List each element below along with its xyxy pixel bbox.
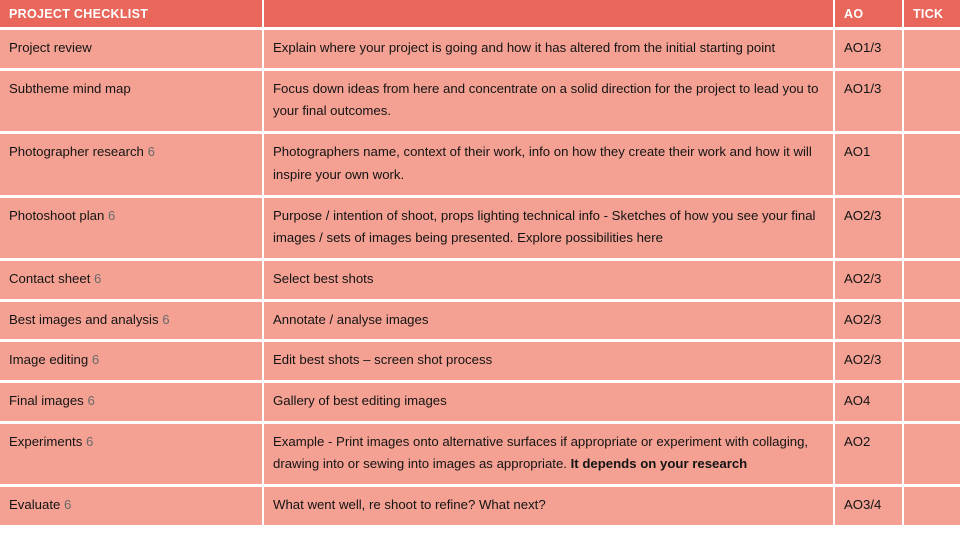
ao-cell: AO2/3 [835, 301, 904, 343]
table-row: Image editing 6 Edit best shots – screen … [0, 342, 960, 384]
task-marker: 6 [162, 311, 170, 327]
description-cell: Focus down ideas from here and concentra… [264, 70, 835, 135]
ao-cell: AO1/3 [835, 70, 904, 135]
description-text: Photographers name, context of their wor… [273, 144, 812, 182]
description-cell: Example - Print images onto alternative … [264, 423, 835, 488]
task-marker: 6 [147, 144, 155, 160]
description-text: Explain where your project is going and … [273, 40, 776, 55]
ao-cell: AO1/3 [835, 30, 904, 71]
task-label: Subtheme mind map [9, 80, 131, 96]
column-header-description [264, 0, 835, 30]
table-row: Photoshoot plan 6 Purpose / intention of … [0, 197, 960, 261]
tick-cell[interactable] [904, 70, 960, 135]
description-cell: What went well, re shoot to refine? What… [264, 487, 835, 525]
task-label: Final images [9, 393, 84, 409]
tick-cell[interactable] [904, 301, 960, 343]
task-label: Evaluate [9, 497, 64, 513]
ao-cell: AO2/3 [835, 260, 904, 302]
task-cell: Final images 6 [0, 383, 264, 424]
task-label: Experiments [9, 433, 83, 449]
description-text: Gallery of best editing images [273, 393, 447, 409]
header-row: PROJECT CHECKLIST AO TICK [0, 0, 960, 30]
description-cell: Photographers name, context of their wor… [264, 134, 835, 198]
table-body: Project review Explain where your project… [0, 30, 960, 525]
column-header-ao: AO [835, 0, 904, 30]
table-row: Final images 6 Gallery of best editing im… [0, 383, 960, 424]
tick-cell[interactable] [904, 260, 960, 302]
description-cell: Explain where your project is going and … [264, 30, 835, 71]
table-row: Photographer research 6 Photographers nam… [0, 134, 960, 198]
task-marker: 6 [108, 207, 116, 223]
column-header-tick: TICK [904, 0, 960, 30]
table-row: Evaluate 6 What went well, re shoot to re… [0, 487, 960, 525]
task-label: Project review [9, 40, 92, 55]
task-label: Photographer research [9, 144, 144, 160]
tick-cell[interactable] [904, 30, 960, 71]
table-row: Best images and analysis 6 Annotate / ana… [0, 301, 960, 343]
tick-cell[interactable] [904, 423, 960, 488]
task-marker: 6 [85, 433, 94, 449]
description-text: Purpose / intention of shoot, props ligh… [273, 207, 816, 246]
ao-cell: AO1 [835, 134, 904, 198]
table-row: Contact sheet 6 Select best shots AO2/3 [0, 260, 960, 302]
task-cell: Best images and analysis 6 [0, 301, 264, 343]
description-cell: Edit best shots – screen shot process [264, 342, 835, 384]
task-cell: Image editing 6 [0, 342, 264, 384]
tick-cell[interactable] [904, 487, 960, 525]
ao-cell: AO2/3 [835, 197, 904, 261]
description-text: What went well, re shoot to refine? What… [273, 497, 546, 513]
column-header-task: PROJECT CHECKLIST [0, 0, 264, 30]
task-label: Photoshoot plan [9, 207, 105, 223]
task-cell: Subtheme mind map [0, 70, 264, 135]
tick-cell[interactable] [904, 383, 960, 424]
task-label: Image editing [9, 352, 89, 368]
description-text: Select best shots [273, 270, 374, 286]
task-marker: 6 [91, 352, 100, 368]
description-cell: Gallery of best editing images [264, 383, 835, 424]
description-text: Annotate / analyse images [273, 311, 429, 327]
task-cell: Experiments 6 [0, 423, 264, 488]
table-header: PROJECT CHECKLIST AO TICK [0, 0, 960, 30]
task-label: Best images and analysis [9, 311, 159, 327]
task-cell: Project review [0, 30, 264, 71]
task-cell: Contact sheet 6 [0, 260, 264, 302]
ao-cell: AO2 [835, 423, 904, 488]
table-row: Experiments 6 Example - Print images onto… [0, 423, 960, 488]
task-cell: Evaluate 6 [0, 487, 264, 525]
table-row: Subtheme mind map Focus down ideas from h… [0, 70, 960, 135]
ao-cell: AO2/3 [835, 342, 904, 384]
tick-cell[interactable] [904, 197, 960, 261]
ao-cell: AO4 [835, 383, 904, 424]
task-cell: Photographer research 6 [0, 134, 264, 198]
task-marker: 6 [87, 393, 95, 409]
description-text: Edit best shots – screen shot process [273, 352, 493, 368]
task-marker: 6 [94, 270, 102, 286]
tick-cell[interactable] [904, 342, 960, 384]
table-row: Project review Explain where your project… [0, 30, 960, 71]
description-cell: Purpose / intention of shoot, props ligh… [264, 197, 835, 261]
description-cell: Select best shots [264, 260, 835, 302]
tick-cell[interactable] [904, 134, 960, 198]
project-checklist-table: PROJECT CHECKLIST AO TICK Project review… [0, 0, 960, 525]
task-marker: 6 [64, 497, 72, 513]
description-emphasis: It depends on your research [570, 456, 748, 472]
description-text: Focus down ideas from here and concentra… [273, 80, 819, 119]
task-cell: Photoshoot plan 6 [0, 197, 264, 261]
ao-cell: AO3/4 [835, 487, 904, 525]
description-cell: Annotate / analyse images [264, 301, 835, 343]
task-label: Contact sheet [9, 270, 91, 286]
